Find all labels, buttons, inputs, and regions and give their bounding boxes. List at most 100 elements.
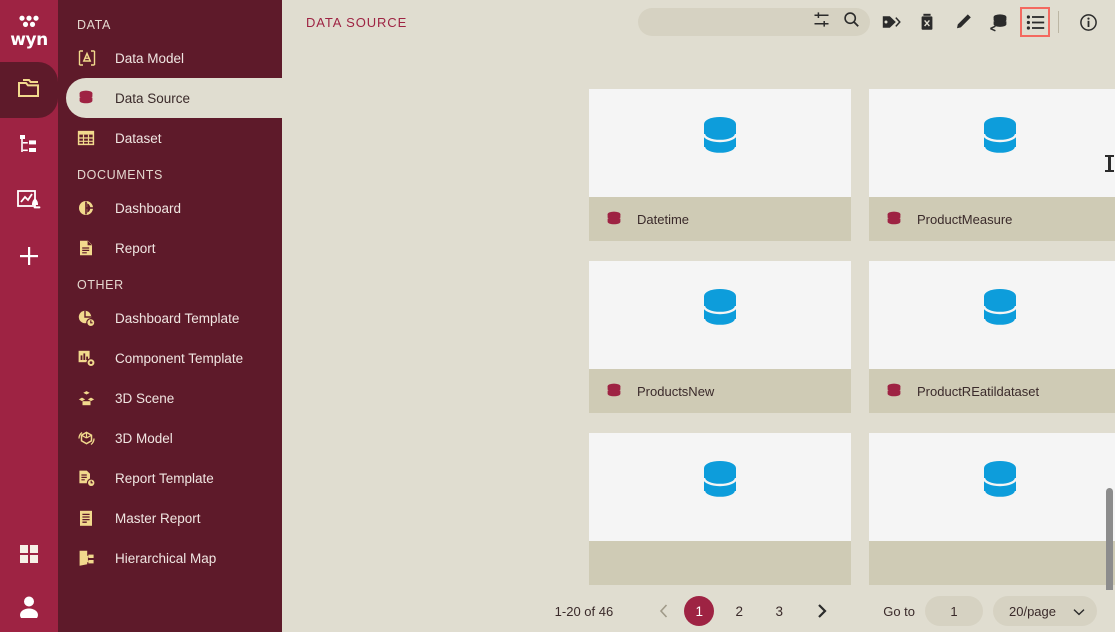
filter-sliders-icon[interactable] (813, 11, 830, 33)
sidebar-item-3d-model[interactable]: 3D Model (58, 418, 282, 458)
database-stack-icon[interactable] (984, 7, 1014, 37)
sidebar-item-report[interactable]: Report (58, 228, 282, 268)
chart-alert-icon (16, 188, 42, 217)
sidebar-item-label: 3D Scene (115, 391, 174, 406)
data-source-card[interactable]: ProductREatildataset (869, 261, 1115, 413)
card-footer: Datetime (589, 197, 851, 241)
data-source-card[interactable]: Datetime (589, 89, 851, 241)
next-page-button[interactable] (807, 596, 837, 626)
breadcrumb: DATA SOURCE (306, 15, 407, 30)
sidebar-item-data-model[interactable]: Data Model (58, 38, 282, 78)
card-preview (589, 433, 851, 541)
dashboard-template-icon (77, 309, 103, 328)
goto-page-input[interactable] (925, 596, 983, 626)
sidebar-item-dataset[interactable]: Dataset (58, 118, 282, 158)
logo-dots-icon (12, 15, 46, 30)
rail-item-folder[interactable] (0, 62, 58, 118)
goto-label: Go to (883, 604, 915, 619)
sidebar-item-data-source[interactable]: Data Source (66, 78, 282, 118)
sidebar-item-label: Hierarchical Map (115, 551, 216, 566)
page-size-label: 20/page (1009, 604, 1056, 619)
search-input[interactable] (638, 9, 800, 35)
apps-grid-icon (18, 543, 40, 570)
toolbar-actions (638, 7, 1103, 37)
data-source-card[interactable] (589, 433, 851, 585)
rail-item-apps[interactable] (0, 528, 58, 584)
data-source-card[interactable]: ProductsNew (589, 261, 851, 413)
dataset-icon (77, 129, 103, 147)
sidebar-item-label: Dashboard (115, 201, 181, 216)
result-range: 1-20 of 46 (555, 604, 614, 619)
main-area: DATA SOURCE (282, 0, 1115, 632)
page-button[interactable]: 3 (764, 596, 794, 626)
database-icon (697, 115, 743, 167)
top-toolbar: DATA SOURCE (282, 0, 1115, 44)
rail-item-create[interactable] (0, 230, 58, 286)
data-source-grid: Datetime (589, 89, 1115, 585)
nav-section-title: OTHER (58, 268, 282, 298)
page-size-select[interactable]: 20/page (993, 596, 1097, 626)
hierarchy-icon (18, 133, 40, 160)
toolbar-divider (1058, 11, 1059, 33)
database-icon (977, 459, 1023, 511)
data-source-card[interactable] (869, 433, 1115, 585)
prev-page-button[interactable] (649, 596, 679, 626)
search-bar[interactable] (638, 8, 870, 36)
data-source-badge-icon (605, 210, 623, 228)
card-preview (869, 261, 1115, 369)
data-model-icon (77, 49, 103, 67)
pagination: 1-20 of 46 1 2 3 Go to 20/page (282, 590, 1115, 632)
page-button[interactable]: 2 (724, 596, 754, 626)
report-template-icon (77, 469, 103, 488)
card-footer (869, 541, 1115, 585)
card-label: Datetime (637, 212, 689, 227)
data-source-badge-icon (885, 210, 903, 228)
list-view-icon[interactable] (1020, 7, 1050, 37)
card-footer (589, 541, 851, 585)
component-template-icon (77, 349, 103, 368)
app-logo[interactable]: wyn (5, 12, 53, 52)
rail-item-hierarchy[interactable] (0, 118, 58, 174)
card-footer: ProductMeasure (869, 197, 1115, 241)
tag-icon[interactable] (876, 7, 906, 37)
data-source-badge-icon (605, 382, 623, 400)
card-label: ProductsNew (637, 384, 714, 399)
database-icon (977, 115, 1023, 167)
sidebar-item-component-template[interactable]: Component Template (58, 338, 282, 378)
sidebar-item-hierarchical-map[interactable]: Hierarchical Map (58, 538, 282, 578)
sidebar-item-dashboard[interactable]: Dashboard (58, 188, 282, 228)
sidebar-item-label: Master Report (115, 511, 201, 526)
info-icon[interactable] (1073, 7, 1103, 37)
card-label: ProductREatildataset (917, 384, 1039, 399)
logo-text: wyn (10, 31, 47, 49)
card-preview (589, 89, 851, 197)
card-label: ProductMeasure (917, 212, 1012, 227)
rail-item-monitoring[interactable] (0, 174, 58, 230)
card-preview (869, 433, 1115, 541)
folder-icon (16, 77, 42, 104)
sidebar-item-dashboard-template[interactable]: Dashboard Template (58, 298, 282, 338)
data-source-card[interactable]: ProductMeasure (869, 89, 1115, 241)
trash-icon[interactable] (912, 7, 942, 37)
master-report-icon (77, 509, 103, 528)
sidebar-item-label: 3D Model (115, 431, 173, 446)
model-3d-icon (77, 429, 103, 448)
report-icon (77, 239, 103, 257)
app-window: wyn (0, 0, 1115, 632)
card-grid-area: Datetime (282, 44, 1115, 590)
page-button[interactable]: 1 (684, 596, 714, 626)
search-icon[interactable] (843, 11, 860, 33)
sidebar-item-report-template[interactable]: Report Template (58, 458, 282, 498)
sidebar-item-3d-scene[interactable]: 3D Scene (58, 378, 282, 418)
data-source-badge-icon (885, 382, 903, 400)
sidebar-item-label: Dashboard Template (115, 311, 239, 326)
nav-section-title: DOCUMENTS (58, 158, 282, 188)
card-preview (589, 261, 851, 369)
card-preview (869, 89, 1115, 197)
rail-item-account[interactable] (0, 584, 58, 632)
sidebar-item-master-report[interactable]: Master Report (58, 498, 282, 538)
scrollbar-thumb[interactable] (1106, 488, 1113, 590)
nav-panel: DATA Data Model Data Source (58, 0, 282, 632)
pencil-icon[interactable] (948, 7, 978, 37)
plus-icon (18, 245, 40, 272)
